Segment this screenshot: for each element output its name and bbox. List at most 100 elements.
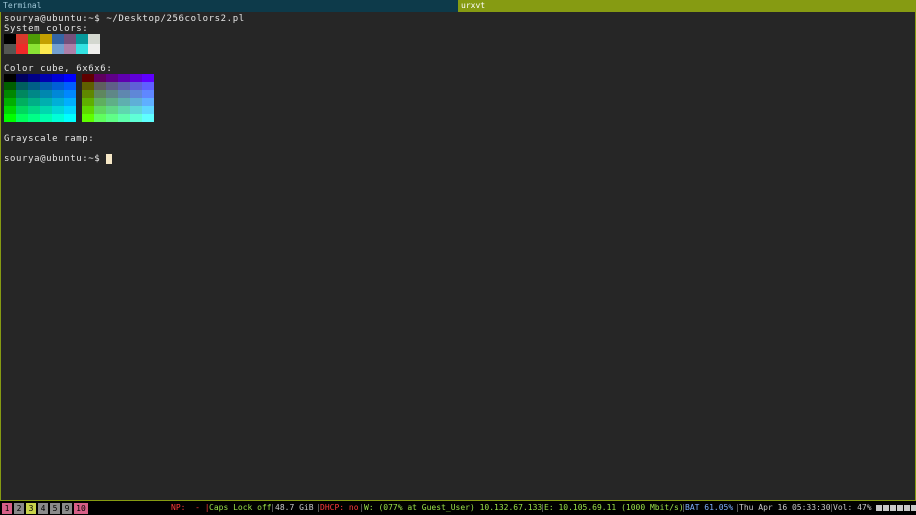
cube-cell <box>118 74 130 82</box>
ethernet-status: E: 10.105.69.11 (1000 Mbit/s) <box>544 503 684 512</box>
battery-status: BAT 61.05% <box>685 503 734 512</box>
prompt-line: sourya@ubuntu:~$ <box>4 154 107 164</box>
grayscale-label: Grayscale ramp: <box>4 134 95 144</box>
cube-cell <box>118 90 130 98</box>
cube-cell <box>94 82 106 90</box>
color-swatch <box>4 34 16 44</box>
color-swatch <box>4 44 16 54</box>
color-swatch <box>40 34 52 44</box>
cube-cell <box>52 82 64 90</box>
system-colors-row-1 <box>4 34 100 44</box>
system-colors-label: System colors: <box>4 24 89 34</box>
color-swatch <box>28 34 40 44</box>
cube-cell <box>142 82 154 90</box>
cube-cell <box>4 74 16 82</box>
keyboard-icon[interactable] <box>876 505 882 511</box>
text-cursor <box>106 154 112 164</box>
window-title-bar: Terminal urxvt <box>0 0 916 12</box>
color-swatch <box>76 34 88 44</box>
workspace-10[interactable]: 10 <box>74 503 88 514</box>
cube-cell <box>4 98 16 106</box>
cube-cell <box>82 114 94 122</box>
cube-cell <box>82 106 94 114</box>
cube-cell <box>40 74 52 82</box>
cube-cell <box>94 90 106 98</box>
workspace-5[interactable]: 5 <box>50 503 60 514</box>
title-urxvt[interactable]: urxvt <box>458 0 916 12</box>
cube-cell <box>94 74 106 82</box>
volume-icon[interactable] <box>904 505 910 511</box>
cube-cell <box>28 90 40 98</box>
color-cube-block-1 <box>4 74 76 122</box>
color-swatch <box>16 34 28 44</box>
cube-cell <box>52 98 64 106</box>
color-swatch <box>52 34 64 44</box>
color-cube-block-2 <box>82 74 154 122</box>
cube-cell <box>130 114 142 122</box>
cube-cell <box>106 98 118 106</box>
color-swatch <box>16 44 28 54</box>
sync-icon[interactable] <box>890 505 896 511</box>
now-playing: NP: - | <box>171 503 210 512</box>
cube-cell <box>40 106 52 114</box>
cube-cell <box>130 90 142 98</box>
cube-cell <box>118 82 130 90</box>
workspace-9[interactable]: 9 <box>62 503 72 514</box>
cube-cell <box>82 98 94 106</box>
command-line: sourya@ubuntu:~$ ~/Desktop/256colors2.pl <box>4 14 245 24</box>
cube-cell <box>106 82 118 90</box>
color-swatch <box>76 44 88 54</box>
cube-cell <box>130 98 142 106</box>
volume-status: Vol: 47% <box>833 503 872 512</box>
color-swatch <box>88 44 100 54</box>
cube-cell <box>16 106 28 114</box>
cube-cell <box>64 106 76 114</box>
cube-cell <box>52 106 64 114</box>
cube-cell <box>52 114 64 122</box>
cube-cell <box>40 98 52 106</box>
workspace-1[interactable]: 1 <box>2 503 12 514</box>
cube-cell <box>16 90 28 98</box>
cube-cell <box>82 74 94 82</box>
cube-cell <box>16 114 28 122</box>
cube-cell <box>142 90 154 98</box>
settings-icon[interactable] <box>911 505 916 511</box>
cube-cell <box>4 90 16 98</box>
cube-cell <box>64 98 76 106</box>
cube-cell <box>52 74 64 82</box>
color-swatch <box>64 34 76 44</box>
cube-cell <box>52 90 64 98</box>
cube-cell <box>40 90 52 98</box>
cube-cell <box>16 98 28 106</box>
cube-cell <box>28 82 40 90</box>
cube-cell <box>40 82 52 90</box>
system-colors-row-2 <box>4 44 100 54</box>
cube-cell <box>16 82 28 90</box>
status-bar: 1 2 3 4 5 9 10 NP: - | Caps Lock off | 48.7 Gi… <box>0 500 916 515</box>
workspace-3[interactable]: 3 <box>26 503 36 514</box>
network-icon[interactable] <box>883 505 889 511</box>
cube-cell <box>142 106 154 114</box>
date-time: Thu Apr 16 05:33:30 <box>739 503 831 512</box>
dhcp-status: DHCP: no <box>320 503 359 512</box>
color-swatch <box>40 44 52 54</box>
cube-cell <box>130 106 142 114</box>
cube-cell <box>142 114 154 122</box>
title-terminal[interactable]: Terminal <box>0 0 458 12</box>
cube-cell <box>82 90 94 98</box>
cube-cell <box>64 82 76 90</box>
cube-cell <box>28 98 40 106</box>
cube-cell <box>28 74 40 82</box>
color-swatch <box>52 44 64 54</box>
workspace-4[interactable]: 4 <box>38 503 48 514</box>
cube-cell <box>130 82 142 90</box>
cube-cell <box>16 74 28 82</box>
chrome-icon[interactable] <box>897 505 903 511</box>
workspace-2[interactable]: 2 <box>14 503 24 514</box>
cube-cell <box>82 82 94 90</box>
terminal-window[interactable]: sourya@ubuntu:~$ ~/Desktop/256colors2.pl… <box>0 12 916 500</box>
cube-cell <box>94 98 106 106</box>
cube-cell <box>118 98 130 106</box>
cube-cell <box>28 106 40 114</box>
cube-cell <box>130 74 142 82</box>
